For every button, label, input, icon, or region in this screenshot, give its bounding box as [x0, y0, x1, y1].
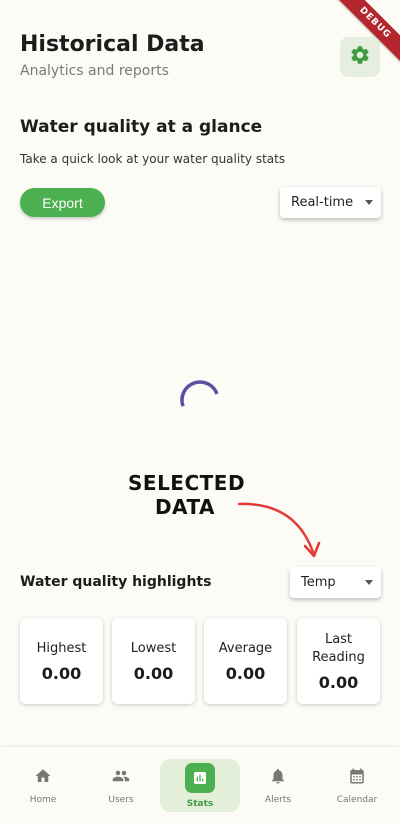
stat-card-lowest: Lowest 0.00 — [112, 618, 195, 704]
export-button[interactable]: Export — [20, 188, 105, 217]
metric-selected-value: Temp — [301, 575, 336, 590]
bottom-nav: Home Users Stats Alerts Calendar — [0, 747, 400, 824]
nav-label: Calendar — [336, 795, 378, 805]
stat-label: Average — [218, 640, 273, 656]
stat-label: Last Reading — [312, 631, 365, 665]
stat-value: 0.00 — [133, 663, 174, 683]
nav-item-home[interactable]: Home — [3, 759, 83, 812]
home-icon — [34, 767, 52, 789]
stat-card-highest: Highest 0.00 — [20, 618, 103, 704]
nav-item-users[interactable]: Users — [81, 759, 161, 812]
users-icon — [111, 767, 131, 789]
nav-label: Stats — [186, 799, 214, 809]
stat-value: 0.00 — [318, 672, 359, 692]
metric-dropdown[interactable]: Temp — [290, 567, 381, 598]
nav-item-calendar[interactable]: Calendar — [317, 759, 397, 812]
nav-label: Alerts — [264, 795, 292, 805]
annotation-line-2: DATA — [154, 495, 216, 519]
nav-label: Users — [108, 795, 134, 805]
nav-item-stats[interactable]: Stats — [160, 759, 240, 812]
section-title: Water quality at a glance — [20, 117, 263, 137]
stat-value: 0.00 — [41, 663, 82, 683]
selected-data-annotation: SELECTED DATA — [128, 471, 246, 519]
annotation-line-1: SELECTED — [128, 471, 246, 495]
calendar-icon — [348, 767, 366, 789]
chevron-down-icon — [365, 200, 373, 205]
stat-value: 0.00 — [225, 663, 266, 683]
timeframe-dropdown[interactable]: Real-time — [280, 187, 381, 218]
annotation-arrow — [237, 502, 321, 558]
loading-spinner — [180, 380, 219, 407]
timeframe-selected-value: Real-time — [291, 195, 354, 210]
gear-icon — [349, 44, 371, 70]
stat-label: Highest — [36, 640, 87, 656]
bell-icon — [269, 767, 287, 789]
stat-label: Lowest — [130, 640, 177, 656]
highlights-title: Water quality highlights — [20, 574, 212, 590]
settings-button[interactable] — [340, 37, 380, 77]
nav-item-alerts[interactable]: Alerts — [238, 759, 318, 812]
stat-card-average: Average 0.00 — [204, 618, 287, 704]
page-title: Historical Data — [20, 32, 205, 57]
page: DEBUG Historical Data Analytics and repo… — [0, 0, 400, 824]
page-subtitle: Analytics and reports — [20, 63, 169, 79]
chevron-down-icon — [365, 580, 373, 585]
stats-icon — [185, 763, 215, 793]
nav-label: Home — [29, 795, 57, 805]
header: Historical Data Analytics and reports — [20, 32, 205, 79]
section-description: Take a quick look at your water quality … — [20, 152, 286, 166]
stat-card-last-reading: Last Reading 0.00 — [297, 618, 380, 704]
